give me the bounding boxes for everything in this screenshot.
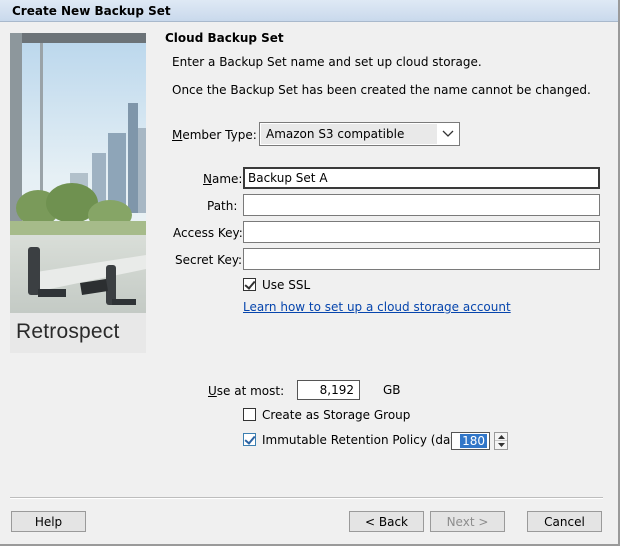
- create-backup-set-dialog: Create New Backup Set Retrospect Cloud B…: [0, 0, 620, 546]
- back-button[interactable]: < Back: [349, 511, 424, 532]
- size-unit: GB: [383, 383, 401, 397]
- title-bar: Create New Backup Set: [0, 0, 618, 22]
- window-title: Create New Backup Set: [12, 4, 171, 18]
- member-type-dropdown[interactable]: Amazon S3 compatible: [259, 122, 460, 146]
- help-button-label: Help: [34, 514, 63, 529]
- retention-days-value: 180: [460, 434, 487, 448]
- retention-days-field[interactable]: 180: [451, 432, 490, 450]
- use-ssl-checkbox[interactable]: [243, 278, 256, 291]
- name-field[interactable]: Backup Set A: [243, 167, 600, 189]
- office-illustration: [10, 33, 146, 353]
- chevron-down-icon[interactable]: [437, 123, 459, 145]
- immutable-retention-checkbox[interactable]: [243, 433, 256, 446]
- instruction-text: Enter a Backup Set name and set up cloud…: [172, 55, 482, 69]
- use-ssl-label: Use SSL: [262, 278, 311, 292]
- help-button[interactable]: Help: [11, 511, 86, 532]
- next-button-label: Next >: [446, 514, 489, 529]
- spin-down-icon[interactable]: [495, 441, 507, 449]
- access-key-label: Access Key:: [173, 226, 243, 240]
- retrospect-logo: Retrospect: [16, 320, 120, 343]
- cancel-button[interactable]: Cancel: [527, 511, 602, 532]
- spin-up-icon[interactable]: [495, 433, 507, 441]
- section-title: Cloud Backup Set: [165, 31, 284, 45]
- use-at-most-field[interactable]: 8,192: [297, 380, 360, 400]
- storage-group-checkbox[interactable]: [243, 408, 256, 421]
- back-button-label: < Back: [364, 514, 408, 529]
- warning-text: Once the Backup Set has been created the…: [172, 83, 591, 97]
- secret-key-label: Secret Key:: [175, 253, 243, 267]
- wizard-image: Retrospect: [10, 33, 146, 353]
- footer-divider: [10, 497, 603, 499]
- cancel-button-label: Cancel: [544, 514, 585, 529]
- next-button[interactable]: Next >: [430, 511, 505, 532]
- cloud-storage-help-link[interactable]: Learn how to set up a cloud storage acco…: [243, 300, 511, 314]
- path-label: Path:: [207, 199, 238, 213]
- immutable-retention-label: Immutable Retention Policy (days): [262, 433, 469, 447]
- name-label: Name:: [203, 172, 243, 186]
- retention-days-spinner[interactable]: [494, 432, 508, 450]
- secret-key-field[interactable]: [243, 248, 600, 270]
- storage-group-label: Create as Storage Group: [262, 408, 411, 422]
- access-key-field[interactable]: [243, 221, 600, 243]
- use-at-most-label: Use at most:: [208, 384, 285, 398]
- member-type-value: Amazon S3 compatible: [266, 127, 405, 141]
- member-type-label: Member Type:: [172, 128, 257, 142]
- path-field[interactable]: [243, 194, 600, 216]
